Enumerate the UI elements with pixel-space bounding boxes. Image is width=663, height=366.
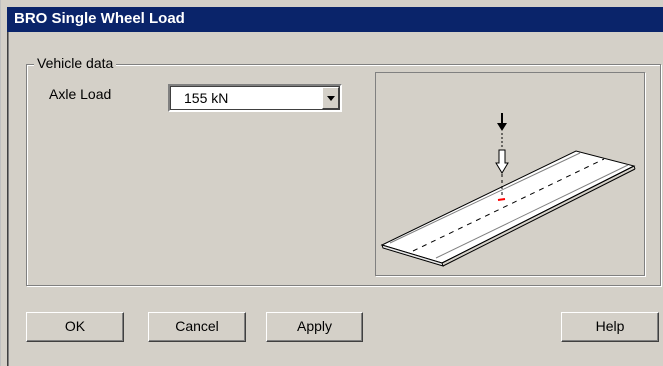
apply-button[interactable]: Apply [266, 312, 363, 342]
wheel-load-marker-icon [497, 198, 506, 201]
load-preview-panel [375, 72, 645, 276]
chevron-down-icon [327, 96, 335, 101]
axle-load-value: 155 kN [184, 90, 229, 106]
group-label: Vehicle data [34, 55, 117, 71]
axle-load-select[interactable]: 155 kN [168, 84, 342, 112]
title-bar[interactable]: BRO Single Wheel Load [7, 7, 663, 32]
cancel-button[interactable]: Cancel [148, 312, 246, 342]
help-button[interactable]: Help [561, 312, 659, 342]
dialog-window: BRO Single Wheel Load Vehicle data Axle … [0, 0, 663, 366]
client-edge [7, 32, 10, 366]
dropdown-button[interactable] [322, 87, 339, 109]
window-title: BRO Single Wheel Load [14, 10, 185, 27]
road-slab-icon [380, 150, 636, 267]
axle-load-label: Axle Load [49, 86, 112, 102]
load-preview-diagram [380, 113, 636, 267]
ok-button[interactable]: OK [26, 312, 124, 342]
